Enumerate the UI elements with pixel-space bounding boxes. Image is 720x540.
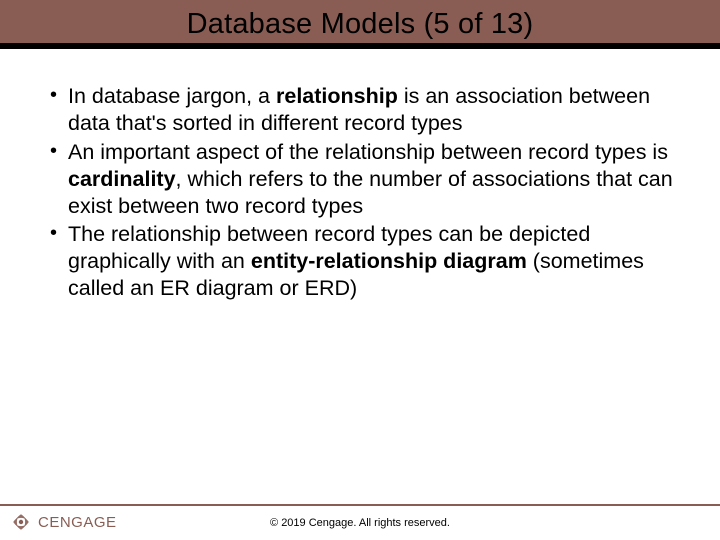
footer-divider [0, 504, 720, 506]
slide-title: Database Models (5 of 13) [0, 8, 720, 41]
copyright-text: © 2019 Cengage. All rights reserved. [0, 517, 720, 529]
content-area: In database jargon, a relationship is an… [0, 49, 720, 302]
list-item: The relationship between record types ca… [48, 221, 680, 302]
bullet-text-pre: In database jargon, a [68, 84, 276, 108]
list-item: An important aspect of the relationship … [48, 139, 680, 220]
list-item: In database jargon, a relationship is an… [48, 83, 680, 137]
bullet-text-bold: entity-relationship diagram [251, 249, 527, 273]
title-bar: Database Models (5 of 13) [0, 0, 720, 43]
bullet-text-bold: cardinality [68, 167, 176, 191]
bullet-text-bold: relationship [276, 84, 398, 108]
bullet-text-pre: An important aspect of the relationship … [68, 140, 668, 164]
footer: CENGAGE © 2019 Cengage. All rights reser… [0, 504, 720, 540]
bullet-list: In database jargon, a relationship is an… [48, 83, 680, 302]
